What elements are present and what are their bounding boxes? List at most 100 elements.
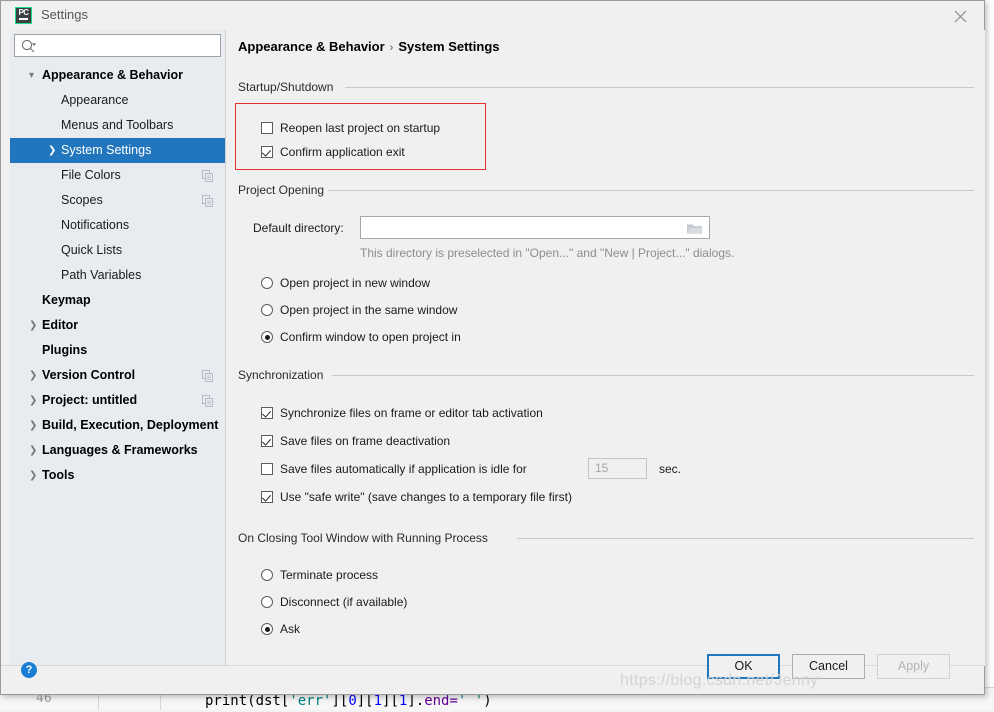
breadcrumb-current: System Settings [398,39,500,54]
sidebar-item-keymap[interactable]: Keymap [10,288,225,313]
radio-open-new-window-label: Open project in new window [280,276,431,290]
sidebar-item-scopes[interactable]: Scopes [10,188,225,213]
sidebar-item-label: Path Variables [61,268,142,282]
copy-settings-icon[interactable] [202,395,214,407]
radio-confirm-window-box[interactable] [261,331,273,343]
section-synchronization: Synchronization [238,368,974,382]
dialog-title: Settings [41,7,88,22]
sidebar-item-menus-and-toolbars[interactable]: Menus and Toolbars [10,113,225,138]
sidebar-item-notifications[interactable]: Notifications [10,213,225,238]
sidebar-item-quick-lists[interactable]: Quick Lists [10,238,225,263]
sidebar-item-appearance[interactable]: Appearance [10,88,225,113]
default-directory-input[interactable] [365,219,679,238]
sidebar-item-label: Appearance [61,93,129,107]
default-directory-label: Default directory: [253,221,344,235]
apply-button: Apply [877,654,950,679]
sidebar-item-label: Project: untitled [42,393,138,407]
sidebar-item-label: Tools [42,468,75,482]
sidebar-item-label: Keymap [42,293,91,307]
radio-terminate-process-box[interactable] [261,569,273,581]
sidebar-item-label: Version Control [42,368,136,382]
checkbox-save-when-idle-box[interactable] [261,463,273,475]
sidebar-item-build-execution-deployment[interactable]: ❯ Build, Execution, Deployment [10,413,225,438]
copy-settings-icon[interactable] [202,170,214,182]
checkbox-reopen-last-project-box[interactable] [261,122,273,134]
code-token-string-1: 'err' [289,693,332,709]
radio-terminate-process-label: Terminate process [280,568,379,582]
settings-content-pane: Appearance & Behavior › System Settings St… [227,30,985,666]
default-directory-field[interactable] [360,216,710,239]
search-icon [21,39,36,53]
code-token-keyword: end= [424,693,458,709]
sidebar-item-label: Appearance & Behavior [42,68,184,82]
radio-open-new-window-box[interactable] [261,277,273,289]
sidebar-item-project-untitled[interactable]: ❯ Project: untitled [10,388,225,413]
sidebar-item-editor[interactable]: ❯ Editor [10,313,225,338]
sidebar-item-label: Notifications [61,218,130,232]
copy-settings-icon[interactable] [202,195,214,207]
close-icon[interactable] [938,1,984,30]
section-project-opening-rule [328,190,974,191]
chevron-right-icon[interactable]: ❯ [48,138,56,163]
chevron-right-icon[interactable]: ❯ [29,388,37,413]
dialog-footer: ? OK Cancel Apply [1,654,984,694]
copy-settings-icon[interactable] [202,370,214,382]
checkbox-save-when-idle-label: Save files automatically if application … [280,462,527,476]
radio-open-same-window-box[interactable] [261,304,273,316]
sidebar-item-file-colors[interactable]: File Colors [10,163,225,188]
chevron-right-icon[interactable]: ❯ [29,438,37,463]
search-field[interactable] [14,34,221,57]
startup-highlight-box [235,103,486,170]
search-input[interactable] [45,37,219,57]
code-token-mid-3: ][ [382,693,399,709]
sidebar-item-path-variables[interactable]: Path Variables [10,263,225,288]
sidebar-item-tools[interactable]: ❯ Tools [10,463,225,488]
checkbox-safe-write-label: Use "safe write" (save changes to a temp… [280,490,572,504]
pycharm-icon-bar [19,18,28,20]
code-token-mid-4: ]. [407,693,425,709]
chevron-down-icon[interactable]: ▾ [29,63,34,88]
sidebar-item-plugins[interactable]: Plugins [10,338,225,363]
checkbox-save-on-deactivation-box[interactable] [261,435,273,447]
sidebar-item-label: System Settings [61,143,152,157]
checkbox-safe-write-box[interactable] [261,491,273,503]
help-icon[interactable]: ? [21,662,37,678]
sidebar-item-appearance-behavior[interactable]: ▾ Appearance & Behavior [10,63,225,88]
sidebar-item-label: Build, Execution, Deployment [42,418,219,432]
checkbox-reopen-last-project-label: Reopen last project on startup [280,121,441,135]
cancel-button[interactable]: Cancel [792,654,865,679]
sidebar-item-label: File Colors [61,168,121,182]
code-token-prefix: print(dst[ [205,693,290,709]
section-project-opening: Project Opening [238,183,974,197]
chevron-right-icon[interactable]: ❯ [29,313,37,338]
section-startup-shutdown: Startup/Shutdown [238,80,974,94]
breadcrumb: Appearance & Behavior › System Settings [238,39,500,54]
radio-disconnect-box[interactable] [261,596,273,608]
chevron-right-icon[interactable]: ❯ [29,463,37,488]
sidebar-item-version-control[interactable]: ❯ Version Control [10,363,225,388]
checkbox-confirm-application-exit-box[interactable] [261,146,273,158]
idle-seconds-field[interactable]: 15 [588,458,647,479]
breadcrumb-root[interactable]: Appearance & Behavior [238,39,385,54]
section-startup-shutdown-rule [345,87,974,88]
checkbox-synchronize-files-box[interactable] [261,407,273,419]
folder-icon[interactable] [686,222,703,235]
dialog-titlebar: PC Settings [1,1,984,30]
sidebar-item-label: Quick Lists [61,243,123,257]
section-closing-tool-window-rule [517,538,974,539]
breadcrumb-separator-icon: › [389,42,394,54]
pycharm-icon: PC [15,7,32,24]
chevron-right-icon[interactable]: ❯ [29,363,37,388]
sidebar-item-label: Scopes [61,193,103,207]
chevron-right-icon[interactable]: ❯ [29,413,37,438]
section-synchronization-rule [332,375,974,376]
sidebar-item-label: Menus and Toolbars [61,118,174,132]
idle-seconds-value: 15 [595,461,609,475]
idle-seconds-unit: sec. [659,462,682,476]
sidebar-item-languages-frameworks[interactable]: ❯ Languages & Frameworks [10,438,225,463]
pycharm-icon-text: PC [18,8,29,17]
ok-button[interactable]: OK [707,654,780,679]
radio-confirm-window-label: Confirm window to open project in [280,330,461,344]
radio-ask-box[interactable] [261,623,273,635]
sidebar-item-system-settings[interactable]: ❯ System Settings [10,138,225,163]
